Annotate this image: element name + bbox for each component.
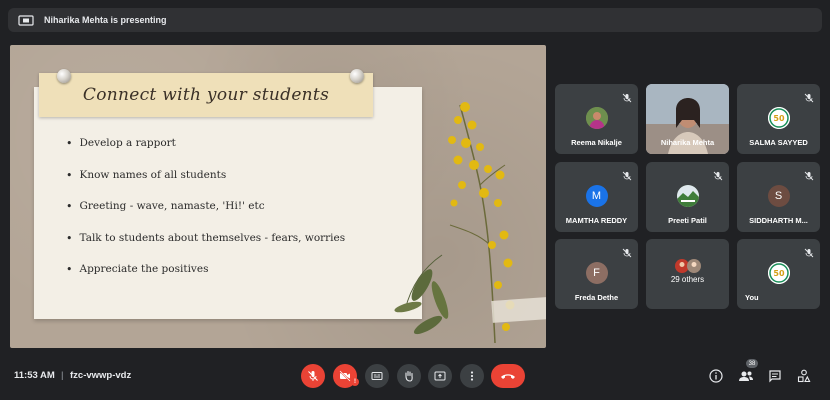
captions-button[interactable] (365, 364, 389, 388)
participant-tile[interactable]: S SIDDHARTH M... (737, 162, 820, 232)
closed-captions-icon (371, 372, 383, 380)
self-tile[interactable]: 50 You (737, 239, 820, 309)
present-screen-icon (18, 14, 34, 26)
hand-icon (405, 370, 413, 382)
people-button[interactable] (737, 367, 755, 385)
participant-name: Freda Dethe (574, 293, 619, 302)
mic-off-icon (622, 245, 632, 258)
bullet-item: Develop a rapport (66, 137, 345, 169)
participant-name: SIDDHARTH M... (749, 216, 808, 225)
bullet-item: Greeting - wave, namaste, 'Hi!' etc (66, 200, 345, 232)
present-now-button[interactable] (428, 364, 452, 388)
avatar: F (585, 262, 608, 284)
bullet-item: Appreciate the positives (66, 263, 345, 295)
info-icon (709, 369, 723, 383)
group-avatars (675, 258, 701, 274)
mic-off-icon (622, 168, 632, 181)
camera-off-icon (339, 370, 351, 382)
participant-tile[interactable]: M MAMTHA REDDY (555, 162, 638, 232)
participant-tile[interactable]: 50 SALMA SAYYED (737, 84, 820, 154)
chat-button[interactable] (766, 367, 784, 385)
bullet-item: Talk to students about themselves - fear… (66, 232, 346, 264)
people-count-badge: 38 (746, 359, 758, 368)
avatar: 50 (767, 107, 790, 129)
activities-button[interactable] (795, 367, 813, 385)
raise-hand-button[interactable] (397, 364, 421, 388)
slide-title-strip: Connect with your students (39, 73, 373, 117)
participant-name: You (745, 293, 759, 302)
participant-tile[interactable]: F Freda Dethe (555, 239, 638, 309)
mic-toggle-button[interactable] (301, 364, 325, 388)
participant-name: MAMTHA REDDY (565, 216, 628, 225)
participant-name: Preeti Patil (668, 216, 707, 225)
others-tile[interactable]: 29 others (646, 239, 729, 309)
participant-tile[interactable]: Reema Nikalje (555, 84, 638, 154)
camera-alert-badge: ! (351, 378, 359, 386)
participant-tile-video[interactable]: Niharika Mehta (646, 84, 729, 154)
slide-bullet-list: Develop a rapport Know names of all stud… (66, 137, 346, 295)
chat-icon (769, 370, 781, 383)
more-vert-icon (470, 371, 474, 381)
meeting-code: fzc-vwwp-vdz (70, 370, 132, 381)
present-screen-icon (434, 371, 446, 381)
presentation-slide: Connect with your students Develop a rap… (10, 45, 546, 348)
pin-icon (57, 69, 71, 83)
avatar: S (767, 185, 790, 207)
mic-off-icon (804, 168, 814, 181)
pin-icon (350, 69, 364, 83)
others-count: 29 others (670, 275, 705, 284)
avatar (585, 107, 608, 129)
people-icon (739, 371, 753, 381)
end-call-icon (501, 374, 515, 379)
slide-title: Connect with your students (82, 85, 330, 105)
mic-off-icon (622, 90, 632, 103)
meeting-details-button[interactable] (707, 367, 725, 385)
avatar: M (585, 185, 608, 207)
participant-name: Reema Nikalje (571, 138, 622, 147)
mic-off-icon (804, 245, 814, 258)
presenting-text: Niharika Mehta is presenting (44, 15, 167, 25)
bottom-control-bar: 11:53 AM | fzc-vwwp-vdz ! 38 (0, 356, 830, 400)
svg-text:50: 50 (773, 269, 785, 278)
participant-tile[interactable]: Preeti Patil (646, 162, 729, 232)
svg-text:50: 50 (773, 114, 785, 123)
more-options-button[interactable] (460, 364, 484, 388)
participant-name: SALMA SAYYED (749, 138, 808, 147)
leave-call-button[interactable] (491, 364, 525, 388)
mic-off-icon (308, 371, 318, 381)
current-time: 11:53 AM (14, 370, 55, 381)
tape-decoration (491, 297, 546, 323)
avatar: 50 (767, 262, 790, 284)
presenting-banner: Niharika Mehta is presenting (8, 8, 822, 32)
activities-icon (797, 369, 811, 383)
participant-name: Niharika Mehta (660, 138, 715, 147)
mic-off-icon (713, 168, 723, 181)
mic-off-icon (804, 90, 814, 103)
separator: | (61, 370, 64, 381)
bullet-item: Know names of all students (66, 169, 345, 201)
avatar (676, 185, 699, 207)
